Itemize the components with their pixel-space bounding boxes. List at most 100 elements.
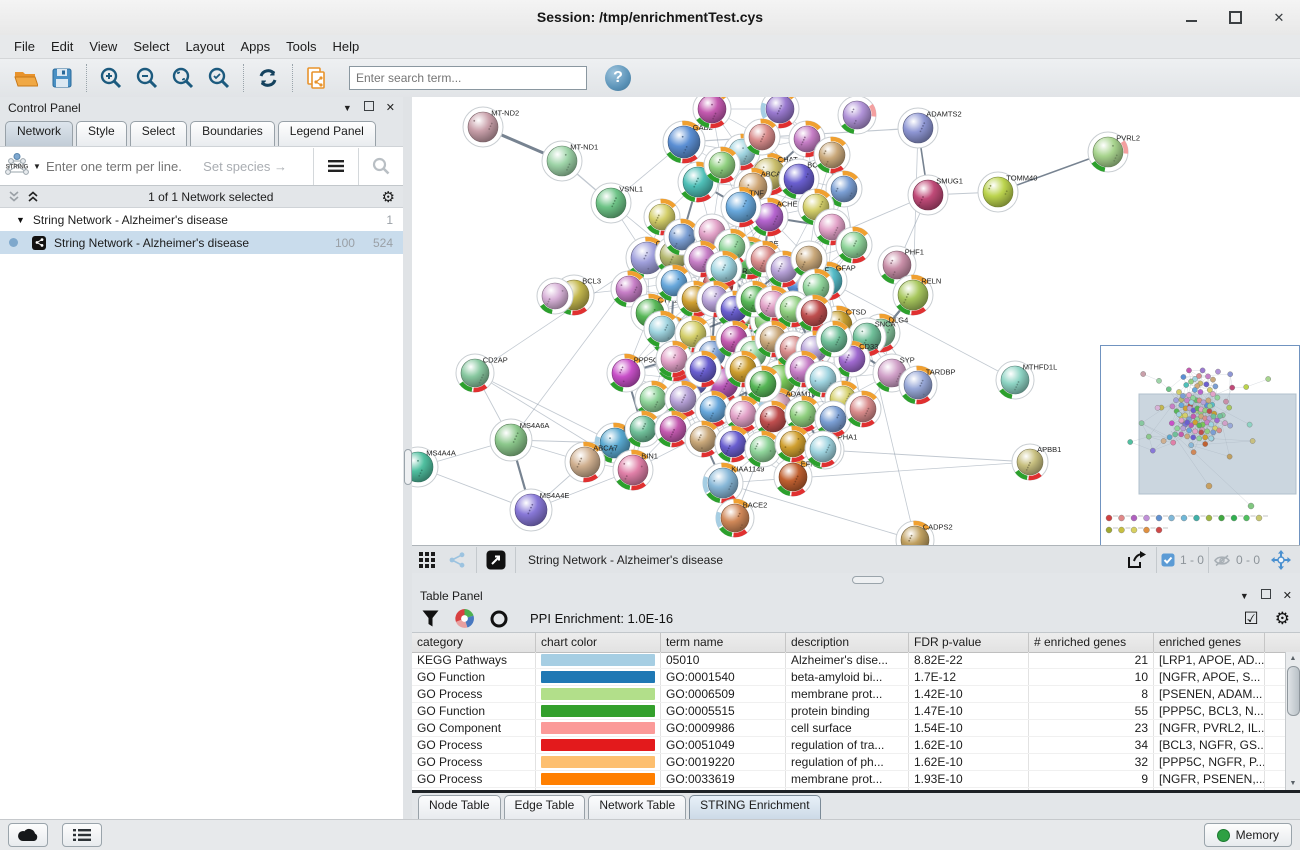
zoom-in-button[interactable] [93, 62, 129, 94]
panel-menu-icon[interactable]: ▼ [1240, 591, 1249, 601]
task-history-button[interactable] [62, 823, 102, 847]
network-node[interactable] [744, 119, 780, 155]
table-row[interactable]: GO ProcessGO:0006509membrane prot...1.42… [412, 686, 1286, 703]
network-node[interactable] [816, 321, 852, 357]
network-node-reln[interactable]: RELN [893, 275, 941, 315]
table-row[interactable]: GO ProcessGO:0050435beta-amyloid m...2.0… [412, 788, 1286, 790]
column-header-FDR-p-value[interactable]: FDR p-value [909, 633, 1029, 652]
string-logo-icon[interactable]: STRING ▼ [0, 153, 44, 179]
pan-tool-button[interactable] [1266, 548, 1296, 572]
network-node-ms4a6a[interactable]: MS4A6A [490, 419, 549, 461]
network-node-adamts2[interactable]: ADAMTS2 [898, 108, 962, 148]
zoom-selected-button[interactable] [201, 62, 237, 94]
help-button[interactable]: ? [605, 65, 631, 91]
menu-apps[interactable]: Apps [233, 37, 279, 56]
network-node[interactable] [814, 137, 850, 173]
open-session-button[interactable] [8, 62, 44, 94]
close-panel-icon[interactable]: ✕ [386, 101, 395, 114]
save-session-button[interactable] [44, 62, 80, 94]
clone-network-button[interactable] [299, 62, 335, 94]
network-options-gear-icon[interactable]: ⚙ [382, 188, 395, 206]
network-node-ms4a4e[interactable]: MS4A4E [510, 489, 569, 531]
ring-chart-icon[interactable] [490, 610, 508, 628]
maximize-button[interactable] [1228, 11, 1242, 25]
tab-boundaries[interactable]: Boundaries [190, 121, 275, 146]
column-header-category[interactable]: category [412, 633, 536, 652]
close-panel-icon[interactable]: ✕ [1283, 589, 1292, 602]
vertical-splitter[interactable] [403, 97, 412, 820]
refresh-button[interactable] [250, 62, 286, 94]
tab-network[interactable]: Network [5, 121, 73, 146]
horizontal-splitter[interactable] [412, 573, 1300, 586]
network-node[interactable] [836, 227, 872, 263]
network-node[interactable] [845, 391, 881, 427]
menu-file[interactable]: File [6, 37, 43, 56]
menu-select[interactable]: Select [125, 37, 177, 56]
menu-edit[interactable]: Edit [43, 37, 81, 56]
species-hint[interactable]: Set species → [203, 159, 287, 174]
network-node-ms4a4a[interactable]: MS4A4A [412, 447, 456, 487]
network-node-mt-nd2[interactable]: MT-ND2 [463, 107, 519, 147]
table-settings-gear-icon[interactable]: ⚙ [1275, 609, 1290, 629]
network-node-smug1[interactable]: SMUG1 [908, 175, 963, 215]
table-row[interactable]: GO FunctionGO:0005515protein binding1.47… [412, 703, 1286, 720]
network-node-tomm40[interactable]: TOMM40 [978, 172, 1037, 212]
table-row[interactable]: GO ProcessGO:0019220regulation of ph...1… [412, 754, 1286, 771]
table-row[interactable]: KEGG Pathways05010Alzheimer's dise...8.8… [412, 652, 1286, 669]
network-node[interactable] [685, 351, 721, 387]
network-canvas[interactable]: MT-ND2MT-ND1VSNL1GAB2IRS1CHATABCA1BCHEAC… [412, 97, 1300, 545]
tab-network-table[interactable]: Network Table [588, 795, 686, 820]
tab-select[interactable]: Select [130, 121, 187, 146]
menu-tools[interactable]: Tools [278, 37, 324, 56]
tab-legend-panel[interactable]: Legend Panel [278, 121, 376, 146]
automation-cloud-button[interactable] [8, 823, 48, 847]
pie-chart-icon[interactable] [455, 609, 474, 628]
network-node[interactable] [805, 431, 841, 467]
birds-eye-view[interactable] [1100, 345, 1300, 545]
expand-all-icon[interactable] [27, 191, 40, 203]
column-header-enriched-genes[interactable]: enriched genes [1154, 633, 1265, 652]
network-node[interactable] [704, 147, 740, 183]
column-header---enriched-genes[interactable]: # enriched genes [1029, 633, 1154, 652]
filter-icon[interactable] [422, 610, 439, 627]
menu-view[interactable]: View [81, 37, 125, 56]
tree-collapse-caret[interactable]: ▼ [16, 215, 25, 225]
share-view-button[interactable] [442, 548, 472, 572]
detach-view-button[interactable] [481, 548, 511, 572]
memory-button[interactable]: Memory [1204, 823, 1292, 847]
zoom-fit-button[interactable] [165, 62, 201, 94]
collapse-all-icon[interactable] [8, 191, 21, 203]
network-node-apbb1[interactable]: APBB1 [1012, 444, 1061, 480]
string-query-input[interactable] [44, 158, 203, 175]
export-network-button[interactable] [1122, 548, 1152, 572]
network-node-tardbp[interactable]: TARDBP [899, 366, 956, 404]
table-row[interactable]: GO ProcessGO:0033619membrane prot...1.93… [412, 771, 1286, 788]
scroll-down-arrow[interactable]: ▼ [1286, 777, 1300, 790]
column-header-description[interactable]: description [786, 633, 909, 652]
network-node-mt-nd1[interactable]: MT-ND1 [542, 141, 598, 181]
scrollbar-thumb[interactable] [1287, 666, 1300, 716]
column-header-term-name[interactable]: term name [661, 633, 786, 652]
string-options-button[interactable] [314, 160, 358, 172]
network-node[interactable] [745, 366, 781, 402]
network-node-cadps2[interactable]: CADPS2 [896, 521, 953, 545]
panel-menu-icon[interactable]: ▼ [343, 103, 352, 113]
table-row[interactable]: GO ProcessGO:0051049regulation of tra...… [412, 737, 1286, 754]
splitter-handle[interactable] [404, 449, 412, 485]
network-node-mthfd1l[interactable]: MTHFD1L [996, 361, 1057, 399]
menu-help[interactable]: Help [325, 37, 368, 56]
close-button[interactable]: ✕ [1272, 11, 1286, 25]
column-header-chart-color[interactable]: chart color [536, 633, 661, 652]
tab-style[interactable]: Style [76, 121, 127, 146]
network-node-bace2[interactable]: BACE2 [716, 499, 767, 537]
splitter-handle[interactable] [852, 576, 884, 584]
tab-node-table[interactable]: Node Table [418, 795, 501, 820]
network-row[interactable]: String Network - Alzheimer's disease 100… [0, 231, 403, 254]
table-row[interactable]: GO FunctionGO:0001540beta-amyloid bi...1… [412, 669, 1286, 686]
float-panel-icon[interactable] [364, 101, 374, 114]
network-node-cd2ap[interactable]: CD2AP [456, 354, 508, 392]
zoom-out-button[interactable] [129, 62, 165, 94]
table-scrollbar[interactable]: ▲ ▼ [1285, 652, 1300, 790]
search-input[interactable] [349, 66, 587, 90]
hidden-eye-icon[interactable] [1213, 554, 1231, 567]
